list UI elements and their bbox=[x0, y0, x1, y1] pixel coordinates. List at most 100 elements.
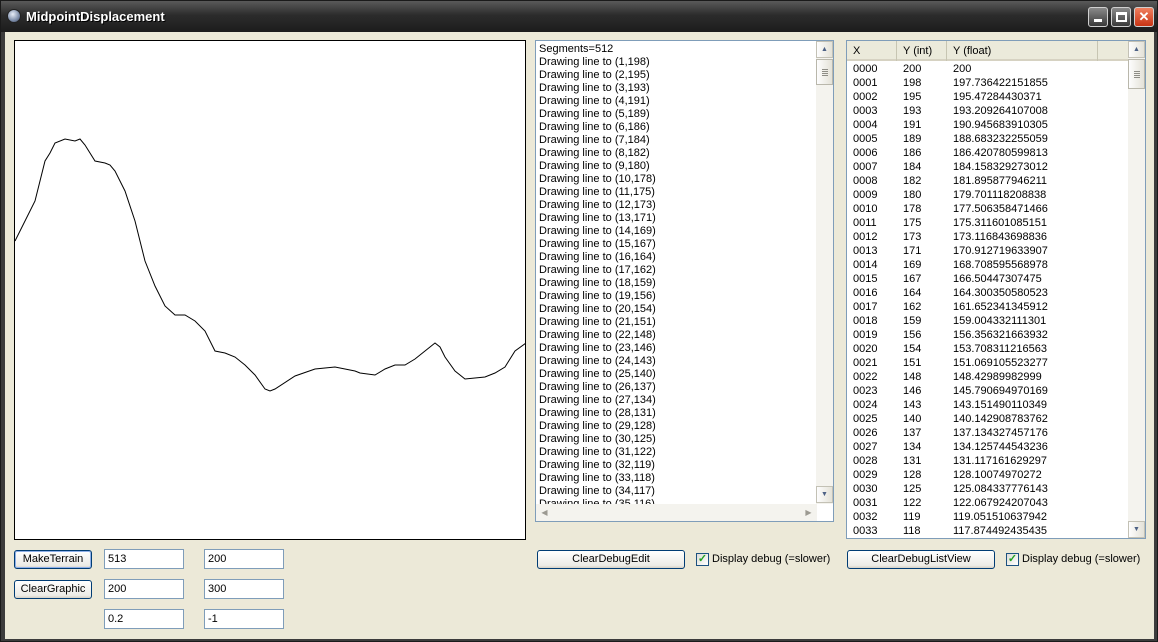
table-row[interactable]: 0004 191 190.945683910305 bbox=[847, 118, 1128, 132]
cell-x: 0010 bbox=[853, 203, 878, 215]
cell-y-int: 143 bbox=[903, 399, 922, 411]
debug-line: Drawing line to (30,125) bbox=[539, 433, 656, 445]
table-row[interactable]: 0016 164 164.300350580523 bbox=[847, 286, 1128, 300]
minimize-button[interactable] bbox=[1088, 7, 1108, 27]
debug-listview-vscrollbar[interactable]: ▲ ▼ bbox=[1128, 41, 1145, 538]
cell-y-float: 128.10074970272 bbox=[953, 469, 1042, 481]
table-row[interactable]: 0000 200 200 bbox=[847, 62, 1128, 76]
column-header-y-int[interactable]: Y (int) bbox=[897, 41, 947, 61]
cell-y-float: 197.736422151855 bbox=[953, 77, 1048, 89]
scroll-thumb[interactable] bbox=[816, 59, 833, 85]
cell-y-int: 195 bbox=[903, 91, 922, 103]
table-row[interactable]: 0029 128 128.10074970272 bbox=[847, 468, 1128, 482]
scroll-left-arrow-icon[interactable]: ◀ bbox=[536, 504, 553, 521]
cell-x: 0021 bbox=[853, 357, 878, 369]
debug-line: Drawing line to (27,134) bbox=[539, 394, 656, 406]
debug-line: Drawing line to (19,156) bbox=[539, 290, 656, 302]
cell-y-float: 151.069105523277 bbox=[953, 357, 1048, 369]
cell-y-float: 175.311601085151 bbox=[953, 217, 1048, 229]
scroll-down-arrow-icon[interactable]: ▼ bbox=[816, 486, 833, 503]
cell-y-float: 131.117161629297 bbox=[953, 455, 1048, 467]
cell-y-int: 198 bbox=[903, 77, 922, 89]
table-row[interactable]: 0027 134 134.125744543236 bbox=[847, 440, 1128, 454]
table-row[interactable]: 0007 184 184.158329273012 bbox=[847, 160, 1128, 174]
table-row[interactable]: 0013 171 170.912719633907 bbox=[847, 244, 1128, 258]
segments-input[interactable]: 513 bbox=[104, 549, 184, 569]
table-row[interactable]: 0008 182 181.895877946211 bbox=[847, 174, 1128, 188]
debug-line: Drawing line to (16,164) bbox=[539, 251, 656, 263]
maximize-button[interactable] bbox=[1111, 7, 1131, 27]
end-height-input[interactable]: 200 bbox=[104, 579, 184, 599]
debug-line: Drawing line to (1,198) bbox=[539, 56, 650, 68]
scroll-right-arrow-icon[interactable]: ▶ bbox=[800, 504, 817, 521]
table-row[interactable]: 0002 195 195.47284430371 bbox=[847, 90, 1128, 104]
cell-x: 0023 bbox=[853, 385, 878, 397]
debug-edit-vscrollbar[interactable]: ▲ ▼ bbox=[816, 41, 833, 504]
scroll-up-arrow-icon[interactable]: ▲ bbox=[1128, 41, 1145, 58]
clear-debug-edit-button[interactable]: ClearDebugEdit bbox=[537, 550, 685, 569]
table-row[interactable]: 0019 156 156.356321663932 bbox=[847, 328, 1128, 342]
debug-edit[interactable]: Segments=512 Drawing line to (1,198) Drawi… bbox=[535, 40, 834, 522]
table-row[interactable]: 0010 178 177.506358471466 bbox=[847, 202, 1128, 216]
table-row[interactable]: 0023 146 145.790694970169 bbox=[847, 384, 1128, 398]
scroll-down-arrow-icon[interactable]: ▼ bbox=[1128, 521, 1145, 538]
table-row[interactable]: 0022 148 148.42989982999 bbox=[847, 370, 1128, 384]
cell-y-float: 186.420780599813 bbox=[953, 147, 1048, 159]
displacement-input[interactable]: 300 bbox=[204, 579, 284, 599]
debug-line: Drawing line to (6,186) bbox=[539, 121, 650, 133]
scroll-up-arrow-icon[interactable]: ▲ bbox=[816, 41, 833, 58]
debug-line: Drawing line to (29,128) bbox=[539, 420, 656, 432]
table-row[interactable]: 0020 154 153.708311216563 bbox=[847, 342, 1128, 356]
scroll-thumb[interactable] bbox=[1128, 59, 1145, 89]
table-row[interactable]: 0026 137 137.134327457176 bbox=[847, 426, 1128, 440]
table-row[interactable]: 0014 169 168.708595568978 bbox=[847, 258, 1128, 272]
seed-input[interactable]: -1 bbox=[204, 609, 284, 629]
table-row[interactable]: 0005 189 188.683232255059 bbox=[847, 132, 1128, 146]
table-row[interactable]: 0021 151 151.069105523277 bbox=[847, 356, 1128, 370]
title-bar[interactable]: MidpointDisplacement ✕ bbox=[1, 1, 1157, 32]
cell-y-int: 200 bbox=[903, 63, 922, 75]
table-row[interactable]: 0025 140 140.142908783762 bbox=[847, 412, 1128, 426]
table-row[interactable]: 0031 122 122.067924207043 bbox=[847, 496, 1128, 510]
display-debug-edit-checkbox[interactable]: ✓ bbox=[696, 553, 709, 566]
table-row[interactable]: 0009 180 179.701118208838 bbox=[847, 188, 1128, 202]
table-row[interactable]: 0006 186 186.420780599813 bbox=[847, 146, 1128, 160]
clear-graphic-button[interactable]: ClearGraphic bbox=[14, 580, 92, 599]
display-debug-listview-checkbox[interactable]: ✓ bbox=[1006, 553, 1019, 566]
display-debug-edit-label: Display debug (=slower) bbox=[712, 553, 831, 565]
table-row[interactable]: 0003 193 193.209264107008 bbox=[847, 104, 1128, 118]
debug-edit-hscrollbar[interactable]: ◀ ▶ bbox=[536, 504, 817, 521]
cell-x: 0011 bbox=[853, 217, 877, 229]
terrain-canvas[interactable] bbox=[14, 40, 526, 540]
cell-x: 0017 bbox=[853, 301, 878, 313]
table-row[interactable]: 0015 167 166.50447307475 bbox=[847, 272, 1128, 286]
cell-y-int: 134 bbox=[903, 441, 922, 453]
table-row[interactable]: 0024 143 143.151490110349 bbox=[847, 398, 1128, 412]
table-row[interactable]: 0030 125 125.084337776143 bbox=[847, 482, 1128, 496]
debug-line: Drawing line to (4,191) bbox=[539, 95, 650, 107]
table-row[interactable]: 0001 198 197.736422151855 bbox=[847, 76, 1128, 90]
table-row[interactable]: 0011 175 175.311601085151 bbox=[847, 216, 1128, 230]
clear-debug-listview-button[interactable]: ClearDebugListView bbox=[847, 550, 995, 569]
close-button[interactable]: ✕ bbox=[1134, 7, 1154, 27]
cell-y-int: 175 bbox=[903, 217, 922, 229]
cell-y-float: 193.209264107008 bbox=[953, 105, 1048, 117]
column-header-x[interactable]: X bbox=[847, 41, 897, 61]
cell-x: 0012 bbox=[853, 231, 878, 243]
cell-x: 0029 bbox=[853, 469, 878, 481]
table-row[interactable]: 0012 173 173.116843698836 bbox=[847, 230, 1128, 244]
terrain-line bbox=[15, 138, 525, 392]
table-row[interactable]: 0032 119 119.051510637942 bbox=[847, 510, 1128, 524]
debug-lines: Segments=512 Drawing line to (1,198) Drawi… bbox=[539, 43, 817, 511]
cell-y-float: 195.47284430371 bbox=[953, 91, 1042, 103]
table-row[interactable]: 0033 118 117.874492435435 bbox=[847, 524, 1128, 538]
cell-y-float: 137.134327457176 bbox=[953, 427, 1048, 439]
roughness-input[interactable]: 0.2 bbox=[104, 609, 184, 629]
start-height-input[interactable]: 200 bbox=[204, 549, 284, 569]
make-terrain-button[interactable]: MakeTerrain bbox=[14, 550, 92, 569]
debug-listview[interactable]: X Y (int) Y (float) 0000 200 200 0001 198 197… bbox=[846, 40, 1146, 539]
table-row[interactable]: 0018 159 159.004332111301 bbox=[847, 314, 1128, 328]
table-row[interactable]: 0017 162 161.652341345912 bbox=[847, 300, 1128, 314]
table-row[interactable]: 0028 131 131.117161629297 bbox=[847, 454, 1128, 468]
column-header-y-float[interactable]: Y (float) bbox=[947, 41, 1098, 61]
